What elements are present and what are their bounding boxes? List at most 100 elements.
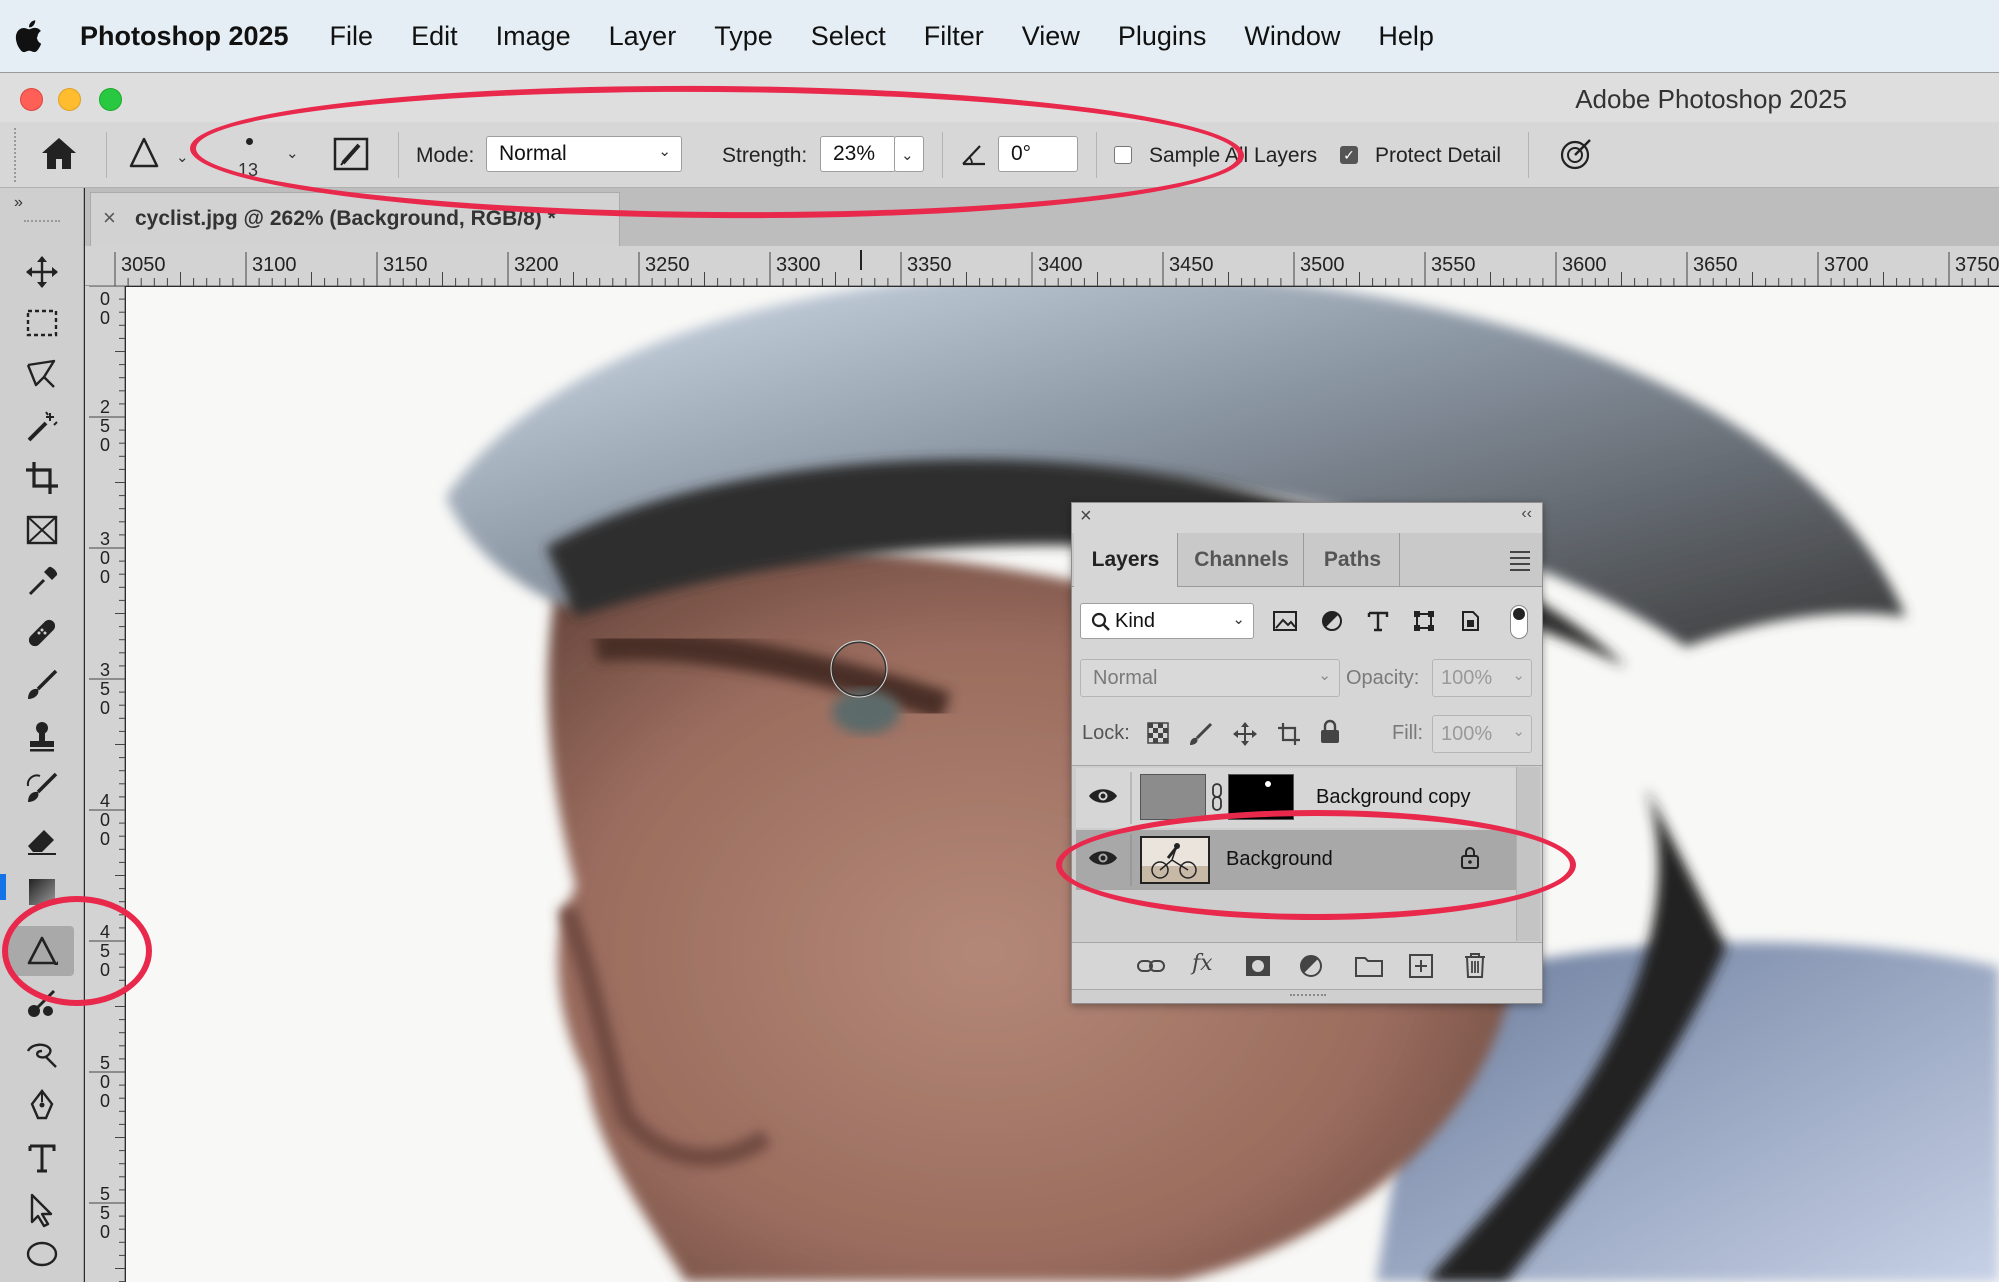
layers-panel: × ‹‹ Layers Channels Paths Kind ⌄ Normal… [1071,502,1543,1004]
type-tool-icon[interactable] [18,1134,66,1182]
menu-edit[interactable]: Edit [392,21,477,52]
options-bar-grip[interactable] [14,128,18,182]
ruler-label: 3750 [1955,254,1999,276]
blend-mode-select[interactable]: Normal ⌄ [1080,659,1340,697]
tab-paths[interactable]: Paths [1306,533,1400,587]
path-selection-tool-icon[interactable] [18,1186,66,1234]
cyclist-photo [126,287,1999,1282]
fill-value: 100% [1441,723,1493,745]
horizontal-ruler[interactable]: 3050 3100 3150 3200 3250 3300 3350 3400 … [85,246,1999,286]
menu-filter[interactable]: Filter [905,21,1003,52]
close-panel-icon[interactable]: × [1080,505,1092,528]
app-name[interactable]: Photoshop 2025 [80,21,289,52]
ruler-label: 3350 [907,254,952,276]
menu-select[interactable]: Select [792,21,905,52]
menu-window[interactable]: Window [1225,21,1359,52]
history-brush-tool-icon[interactable] [18,764,66,812]
image-canvas[interactable] [126,287,1999,1282]
delete-layer-icon[interactable] [1462,951,1488,979]
ruler-label: 400 [99,791,110,849]
menu-plugins[interactable]: Plugins [1099,21,1226,52]
crop-tool-icon[interactable] [18,454,66,502]
layer-name[interactable]: Background copy [1316,786,1471,809]
expand-panel-icon[interactable]: » [14,194,23,212]
opacity-input[interactable]: 100% ⌄ [1432,659,1532,697]
menu-help[interactable]: Help [1359,21,1453,52]
chain-link-icon[interactable] [1210,782,1224,812]
clone-stamp-tool-icon[interactable] [18,713,66,761]
ruler-label: 3150 [383,254,428,276]
ruler-label: 3200 [514,254,559,276]
menu-layer[interactable]: Layer [590,21,696,52]
tool-preset-chevron-icon[interactable]: ⌄ [176,148,189,166]
home-icon[interactable] [38,134,80,179]
move-tool-icon[interactable] [18,248,66,296]
filter-toggle-switch[interactable] [1510,605,1528,639]
window-title: Adobe Photoshop 2025 [1575,84,1847,114]
lock-pixels-icon[interactable] [1188,721,1214,747]
panel-edge-marker [0,874,6,900]
adjustment-layer-icon[interactable] [1298,953,1326,981]
fill-input[interactable]: 100% ⌄ [1432,715,1532,753]
smart-object-filter-icon[interactable] [1458,609,1482,633]
type-filter-icon[interactable] [1366,609,1390,633]
new-layer-icon[interactable] [1408,953,1434,979]
tab-channels[interactable]: Channels [1180,533,1304,587]
ruler-label: 3600 [1562,254,1607,276]
collapse-panel-icon[interactable]: ‹‹ [1521,505,1532,523]
ruler-label: 00 [99,289,110,328]
panel-resize-grip[interactable] [1072,989,1542,1003]
menu-image[interactable]: Image [477,21,590,52]
close-window-button[interactable] [20,88,43,111]
tools-grip[interactable] [24,220,60,224]
eyedropper-tool-icon[interactable] [18,558,66,606]
pen-tool-icon[interactable] [18,1082,66,1130]
menu-file[interactable]: File [311,21,393,52]
lock-transparency-icon[interactable] [1146,721,1170,745]
minimize-window-button[interactable] [58,88,81,111]
lock-position-icon[interactable] [1232,721,1258,747]
fx-icon[interactable]: fx [1192,951,1213,976]
lock-artboard-icon[interactable] [1276,721,1302,747]
link-layers-icon[interactable] [1136,953,1166,979]
blur-tool-preset-icon[interactable] [128,136,160,175]
pixel-layer-filter-icon[interactable] [1272,609,1298,633]
pressure-icon[interactable] [1558,136,1594,177]
add-mask-icon[interactable] [1244,953,1272,979]
tab-layers[interactable]: Layers [1074,533,1178,587]
zoom-window-button[interactable] [99,88,122,111]
healing-brush-tool-icon[interactable] [18,609,66,657]
magic-wand-tool-icon[interactable] [18,403,66,451]
ruler-label: 550 [99,1184,110,1242]
marquee-tool-icon[interactable] [18,299,66,347]
lasso-tool-icon[interactable] [18,351,66,399]
close-document-icon[interactable]: × [103,205,116,231]
ellipse-tool-icon[interactable] [18,1230,66,1278]
shape-filter-icon[interactable] [1412,609,1436,633]
blend-mode-chevron-icon: ⌄ [1318,667,1331,684]
frame-tool-icon[interactable] [18,506,66,554]
annotation-circle-blur-tool [2,896,152,1006]
lock-all-icon[interactable] [1318,719,1342,745]
document-tab-title: cyclist.jpg @ 262% (Background, RGB/8) * [135,207,556,230]
smudge-tool-icon[interactable] [18,1031,66,1079]
annotation-circle-background-layer [1056,810,1576,920]
menu-view[interactable]: View [1003,21,1099,52]
ruler-label: 300 [99,529,110,587]
apple-icon[interactable] [2,0,54,72]
new-group-icon[interactable] [1354,953,1384,979]
adjustment-filter-icon[interactable] [1320,609,1344,633]
eye-icon[interactable] [1088,786,1118,806]
panel-menu-icon[interactable] [1510,551,1530,571]
menu-type[interactable]: Type [695,21,792,52]
ruler-label: 3400 [1038,254,1083,276]
ruler-label: 3500 [1300,254,1345,276]
protect-detail-label: Protect Detail [1375,144,1502,167]
layer-filter-select[interactable]: Kind ⌄ [1080,603,1254,639]
ruler-label: 3100 [252,254,297,276]
protect-detail-checkbox[interactable]: ✓ [1340,146,1358,164]
eraser-tool-icon[interactable] [18,816,66,864]
brush-tool-icon[interactable] [18,661,66,709]
fill-chevron-icon: ⌄ [1512,723,1525,740]
vertical-ruler[interactable]: 00 250 300 350 400 450 500 550 [85,286,125,1282]
